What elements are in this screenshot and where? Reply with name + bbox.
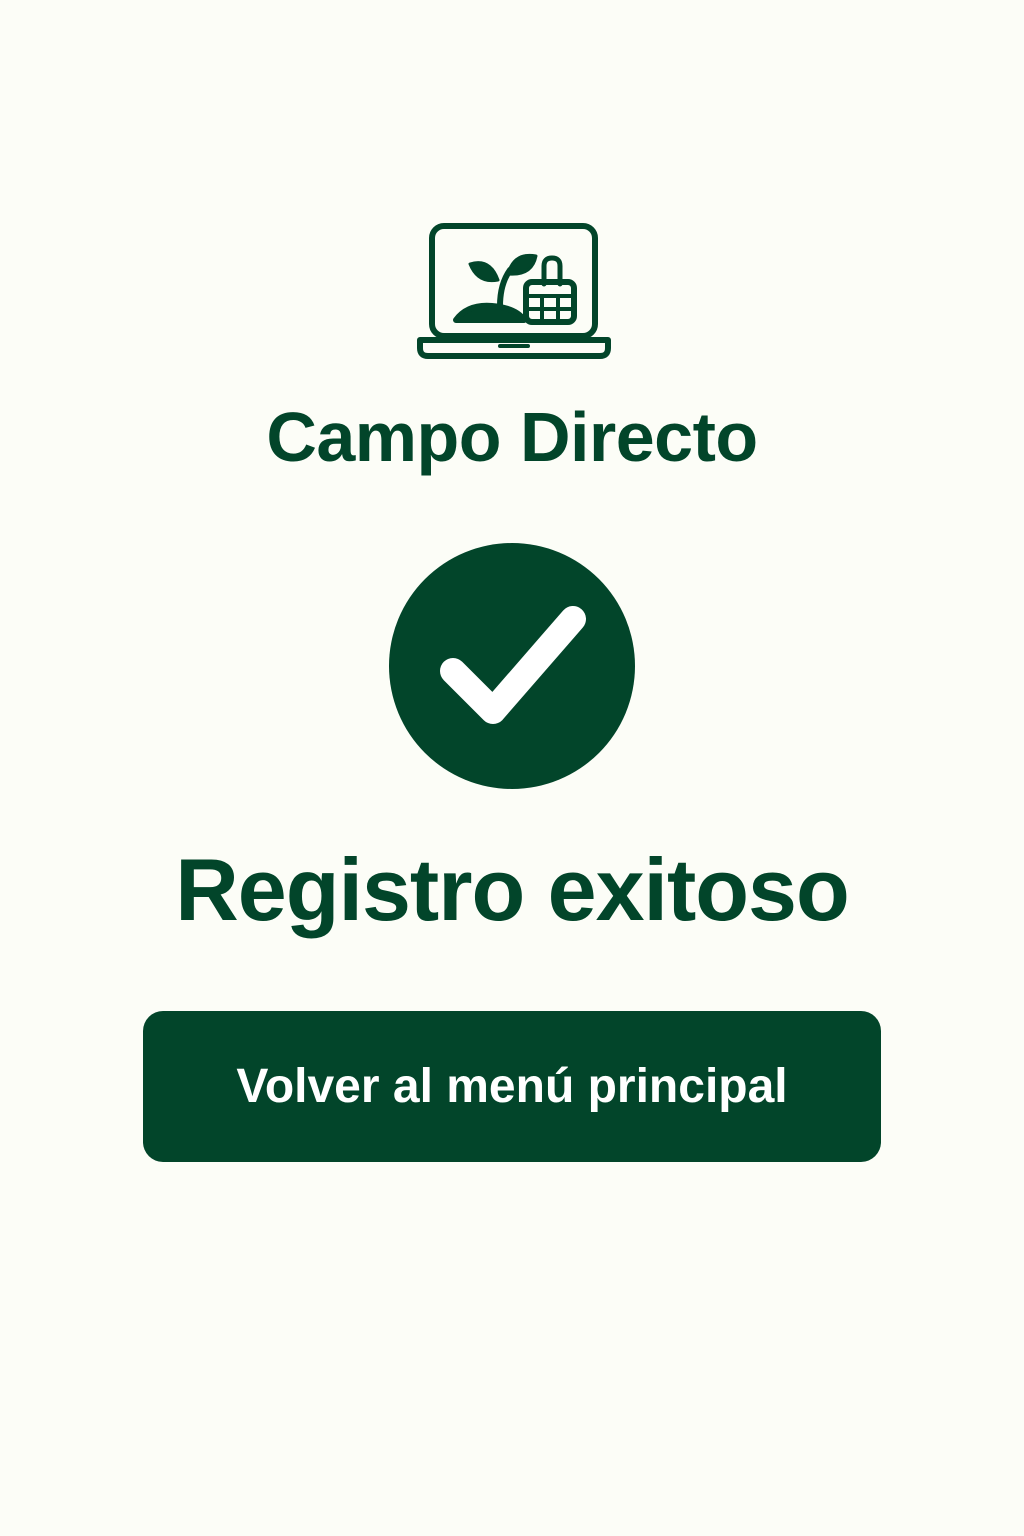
back-to-main-menu-button[interactable]: Volver al menú principal (143, 1011, 881, 1162)
laptop-sprout-basket-icon (416, 220, 612, 362)
brand-name: Campo Directo (266, 398, 758, 476)
check-circle-icon (389, 543, 635, 789)
success-message: Registro exitoso (175, 840, 849, 939)
